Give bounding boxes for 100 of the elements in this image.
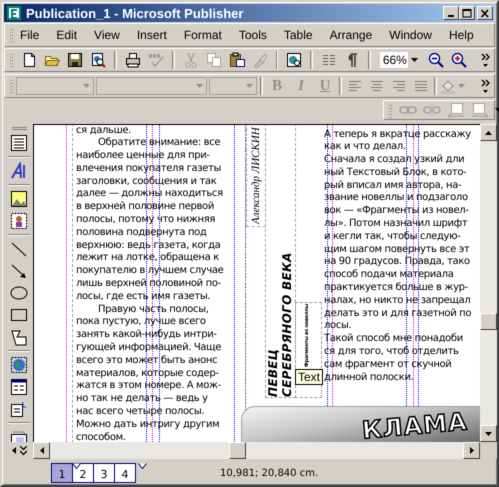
body-text-line: заголовки, сообщения и так [76,176,218,188]
body-text-line: лосы. [324,320,352,333]
page-tab[interactable]: 1 [51,463,73,483]
body-text-line: Такой способ мне понадоби [324,333,464,346]
body-text-line: материалов, которые содер- [76,368,220,380]
frame-forward-icon[interactable] [471,102,489,118]
scroll-right-button[interactable] [463,442,480,459]
save-icon[interactable] [67,52,83,68]
scroll-down-button[interactable] [480,425,497,442]
body-text-line: А теперь я вкратце расскажу [324,128,472,142]
body-text-line: Обратите внимание: все [97,137,222,150]
menu-item[interactable]: Tools [232,26,273,44]
columns-icon[interactable] [321,52,338,68]
web-preview-icon[interactable] [90,52,106,68]
form-control-icon[interactable] [9,378,29,396]
headline: ПЕВЕЦ [266,348,280,397]
more-buttons-icon[interactable] [481,78,490,94]
body-text-line: верхнюю: ведь газета, когда [76,240,222,252]
scroll-left-button[interactable] [33,442,50,459]
justify-icon[interactable] [414,79,428,93]
line-icon[interactable] [9,240,29,258]
spelling-check-icon[interactable] [148,52,164,68]
body-text-line: лишь верхней половиной по- [76,278,222,291]
vertical-scrollbar[interactable] [480,124,497,442]
close-icon[interactable] [480,8,490,18]
body-text-line: длинной полоски. [324,372,414,384]
body-text-line: занять какой-нибудь интри- [76,329,218,342]
maximize-icon[interactable] [462,8,472,18]
body-text-line: Можно дать интригу другим [76,418,220,432]
text-frame-icon[interactable] [9,134,29,152]
align-left-icon[interactable] [348,79,362,93]
menu-item[interactable]: Format [178,26,228,44]
body-text-line: наиболее ценные для при- [76,150,211,163]
body-text-line: ся дальше. [76,125,132,137]
new-document-icon[interactable] [21,52,37,68]
scroll-left-icon[interactable] [12,447,16,454]
maximize-button[interactable] [459,6,475,20]
menu-item[interactable]: Window [383,26,438,44]
picture-frame-icon[interactable] [9,190,29,208]
body-text-line: Сначала я создал узкий дли [324,154,466,167]
body-text-line: способ подачи материала [324,269,454,282]
globe-icon[interactable] [9,356,29,374]
page-tab[interactable]: 2 [72,463,94,483]
paste-icon[interactable] [228,52,245,68]
menu-item[interactable]: File [14,26,46,44]
author-name: Александр ЛИСКИН [246,125,266,227]
align-center-icon[interactable] [370,79,384,93]
page-tab[interactable]: 4 [114,463,136,483]
clip-art-icon[interactable] [9,212,29,230]
scroll-up-button[interactable] [480,124,497,141]
app-icon [6,5,22,21]
minimize-button[interactable] [443,6,459,20]
body-text-line: но так не делать — ведь у [76,393,209,406]
double-chevron-icon[interactable] [20,446,26,455]
close-button[interactable] [477,6,493,20]
grip-icon[interactable] [10,126,28,130]
body-text-line: щим шагом повернуть все эт [324,244,470,256]
body-text-line: налах, но никто не запрещал [324,294,472,308]
horizontal-scrollbar[interactable] [33,442,480,459]
body-text-line: Правую часть полосы, [97,304,210,316]
menu-item[interactable]: Help [442,26,480,44]
zoom-out-icon[interactable] [428,52,444,68]
arrow-icon[interactable] [9,262,29,280]
body-text-line: рый вписал имя автора, на- [324,180,462,192]
menu-item[interactable]: Arrange [324,26,378,44]
web-page-icon[interactable] [286,52,302,68]
scroll-thumb[interactable] [480,313,497,330]
html-fragment-icon[interactable] [9,400,29,418]
body-text-line: звание новеллы и подзаголо [324,192,469,206]
body-text-line: половина подвернута под [76,226,208,240]
frame-back-icon[interactable] [447,102,465,118]
body-text-line: жатся в этом номере. А мож- [76,380,222,394]
body-text-line: гующей информацией. Чаще [76,342,222,355]
down-arrow-icon[interactable] [485,432,492,436]
oval-icon[interactable] [9,284,29,302]
body-text-line: всего это может быть анонс [76,354,218,368]
menu-item[interactable]: Edit [50,26,84,44]
body-text-line: лежит на лотке, обращена к [76,252,220,266]
menu-item[interactable]: Insert [130,26,173,44]
dropdown-arrow-icon[interactable] [410,58,418,62]
custom-shapes-icon[interactable] [9,328,29,346]
banner-text: КЛАМА [361,409,468,442]
more-buttons-icon[interactable] [481,52,490,68]
zoom-in-icon[interactable] [451,52,468,68]
body-text-line: покупателю в лучшем случае [76,265,224,278]
rectangle-icon[interactable] [9,306,29,324]
printer-icon[interactable] [124,52,141,68]
body-text-line: нас всего четыре полосы. [76,406,206,419]
zoom-field[interactable]: 66% [378,51,422,69]
menu-item[interactable]: Table [278,26,319,44]
scroll-thumb[interactable] [229,442,246,459]
body-text-line: как и что делал. [324,141,407,154]
page-tab[interactable]: 3 [93,463,115,483]
right-arrow-icon[interactable] [470,447,474,454]
left-arrow-icon[interactable] [40,447,44,454]
spread-marker-icon [72,463,81,469]
up-arrow-icon[interactable] [485,130,492,134]
copy-icon[interactable] [206,52,222,68]
menu-item[interactable]: View [88,26,126,44]
align-right-icon[interactable] [392,79,406,93]
